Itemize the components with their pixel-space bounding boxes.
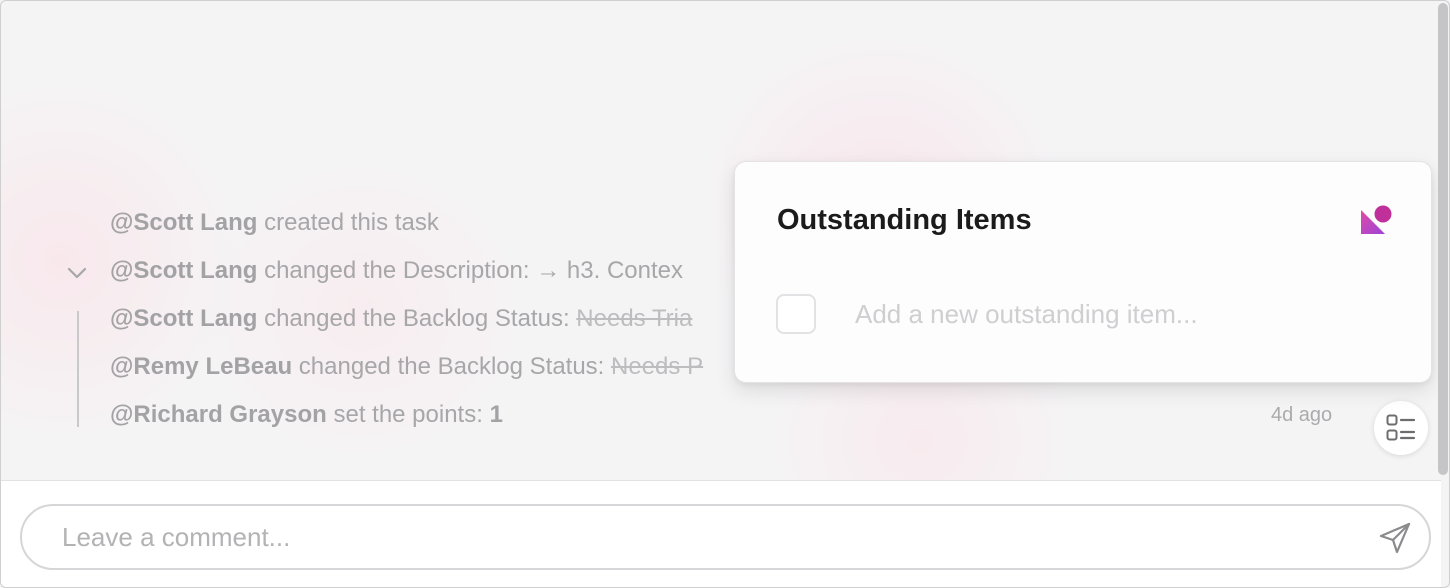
activity-user[interactable]: @Richard Grayson <box>110 401 327 428</box>
activity-user[interactable]: @Scott Lang <box>110 257 257 284</box>
old-value: Needs Tria <box>576 305 693 332</box>
activity-text: changed the Description: → h3. Contex <box>257 257 683 284</box>
comment-box <box>20 504 1431 570</box>
brand-shape-icon <box>1361 205 1392 234</box>
activity-user[interactable]: @Scott Lang <box>110 209 257 236</box>
checklist-icon <box>1386 414 1416 441</box>
comment-composer <box>1 480 1441 587</box>
outstanding-items-popover: Outstanding Items <box>734 161 1432 383</box>
activity-item: @Scott Lang changed the Description: → h… <box>110 256 683 286</box>
outstanding-items-toggle-button[interactable] <box>1374 401 1428 455</box>
old-value: Needs P <box>611 353 704 380</box>
chevron-down-icon[interactable] <box>65 263 89 283</box>
activity-user[interactable]: @Remy LeBeau <box>110 353 292 380</box>
new-item-checkbox[interactable] <box>776 294 816 334</box>
send-icon[interactable] <box>1377 520 1413 556</box>
activity-user[interactable]: @Scott Lang <box>110 305 257 332</box>
activity-text: changed the Backlog Status: <box>257 305 577 332</box>
activity-item: @Scott Lang created this task <box>110 208 439 238</box>
popover-title: Outstanding Items <box>777 204 1032 236</box>
scrollbar[interactable] <box>1436 1 1449 481</box>
activity-text: changed the Backlog Status: <box>292 353 612 380</box>
comment-input[interactable] <box>62 514 1342 560</box>
activity-item: @Richard Grayson set the points: 1 <box>110 400 503 430</box>
points-value: 1 <box>489 401 503 428</box>
timestamp: 4d ago <box>1271 404 1333 426</box>
activity-text: set the points: <box>326 401 490 428</box>
activity-item: @Scott Lang changed the Backlog Status: … <box>110 304 692 334</box>
activity-item: @Remy LeBeau changed the Backlog Status:… <box>110 352 703 382</box>
activity-text: created this task <box>257 209 439 236</box>
scrollbar-thumb[interactable] <box>1438 3 1448 475</box>
new-item-input[interactable] <box>855 292 1395 336</box>
thread-line <box>77 311 79 427</box>
app-window: @Scott Lang created this task @Scott Lan… <box>0 0 1450 588</box>
